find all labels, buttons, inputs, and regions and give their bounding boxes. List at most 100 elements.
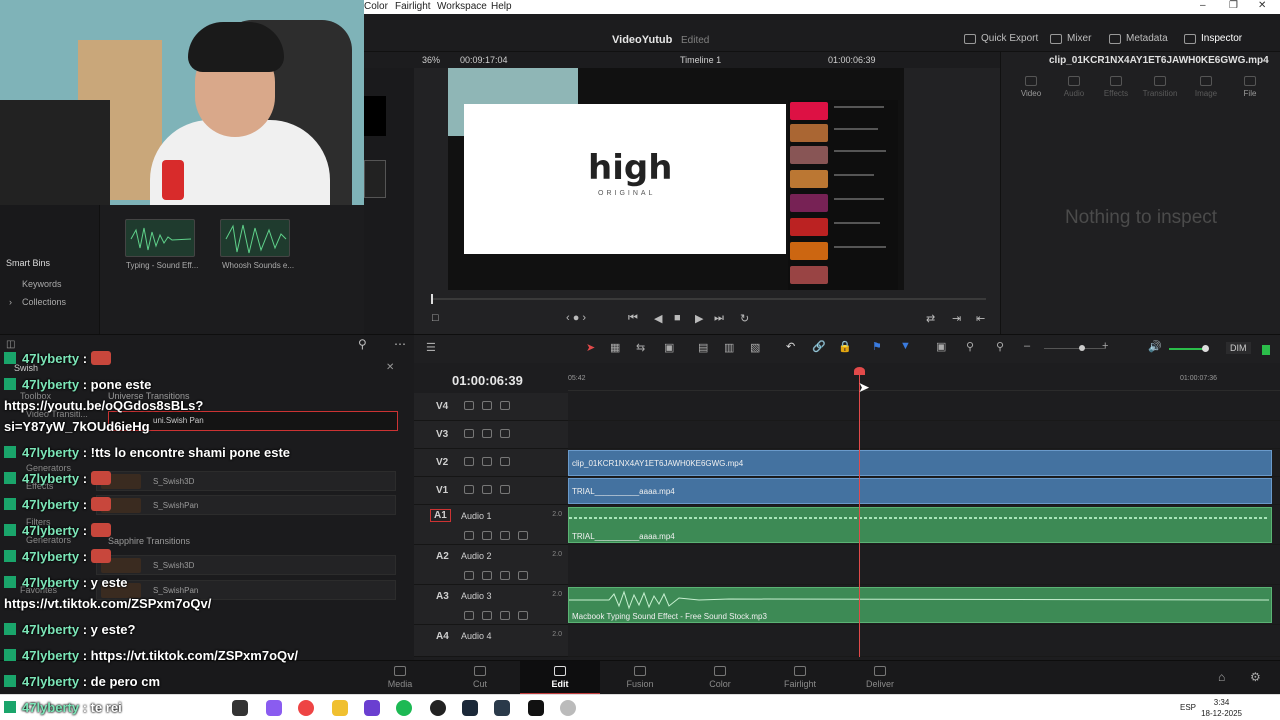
video-clip[interactable]: clip_01KCR1NX4AY1ET6JAWH0KE6GWG.mp4: [568, 450, 1272, 476]
selection-tool-icon[interactable]: ➤: [586, 341, 595, 354]
zoom-slider[interactable]: [1044, 348, 1106, 349]
auto-select-icon[interactable]: [482, 571, 492, 580]
flag-icon[interactable]: ⚑: [872, 340, 882, 353]
track-header-v4[interactable]: V4: [414, 393, 568, 421]
play-reverse-icon[interactable]: ◀: [654, 312, 662, 325]
lock-icon[interactable]: [464, 457, 474, 466]
lock-icon[interactable]: [464, 611, 474, 620]
auto-select-icon[interactable]: [482, 485, 492, 494]
settings-icon[interactable]: ⚙: [1250, 670, 1261, 684]
go-to-end-icon[interactable]: ⏭: [714, 312, 724, 325]
system-clock[interactable]: 3:34 18-12-2025: [1201, 697, 1242, 719]
mute-icon[interactable]: [518, 531, 528, 540]
page-cut[interactable]: Cut: [440, 666, 520, 689]
steam-icon[interactable]: [462, 700, 478, 716]
page-edit[interactable]: Edit: [520, 666, 600, 689]
davinci-resolve-icon[interactable]: [560, 700, 576, 716]
track-header-v1[interactable]: V1: [414, 477, 568, 505]
lock-icon[interactable]: [464, 485, 474, 494]
insert-clip-icon[interactable]: ▤: [698, 341, 708, 354]
track-v4[interactable]: [568, 393, 1280, 421]
dynamic-trim-icon[interactable]: ⇆: [636, 341, 645, 354]
track-header-a3[interactable]: A3 Audio 3 2.0: [414, 585, 568, 625]
jog-control[interactable]: ‹ ● ›: [566, 312, 586, 324]
epic-games-icon[interactable]: [528, 700, 544, 716]
solo-icon[interactable]: [500, 531, 510, 540]
auto-select-icon[interactable]: [482, 531, 492, 540]
zoom-in-icon[interactable]: +: [1102, 340, 1108, 352]
inspector-tab-file[interactable]: File: [1225, 76, 1275, 98]
track-enable-icon[interactable]: [500, 429, 510, 438]
track-header-v3[interactable]: V3: [414, 421, 568, 449]
restore-icon[interactable]: ❐: [1229, 0, 1238, 11]
lock-icon[interactable]: [464, 401, 474, 410]
audio-clip[interactable]: Macbook Typing Sound Effect - Free Sound…: [568, 587, 1272, 623]
inspector-tab-transition[interactable]: Transition: [1135, 76, 1185, 98]
overwrite-clip-icon[interactable]: ▥: [724, 341, 734, 354]
loop-icon[interactable]: ↻: [740, 312, 749, 325]
track-a2[interactable]: [568, 545, 1280, 585]
track-a4[interactable]: [568, 625, 1280, 657]
timeline-ruler[interactable]: 05:42 01:00:07:36: [568, 365, 1280, 391]
lock-icon[interactable]: 🔒: [838, 340, 852, 353]
obs-icon[interactable]: [430, 700, 446, 716]
blade-tool-icon[interactable]: ▣: [664, 341, 674, 354]
track-a1[interactable]: TRIAL__________aaaa.mp4: [568, 505, 1280, 545]
auto-select-icon[interactable]: [482, 429, 492, 438]
trim-tool-icon[interactable]: ▦: [610, 341, 620, 354]
inspector-tab-image[interactable]: Image: [1181, 76, 1231, 98]
prev-edit-icon[interactable]: ⇤: [976, 312, 985, 325]
mute-icon[interactable]: [518, 571, 528, 580]
track-header-v2[interactable]: V2: [414, 449, 568, 477]
page-color[interactable]: Color: [680, 666, 760, 689]
track-a3[interactable]: Macbook Typing Sound Effect - Free Sound…: [568, 585, 1280, 625]
auto-select-icon[interactable]: [482, 611, 492, 620]
volume-icon[interactable]: 🔊: [1148, 340, 1162, 353]
viewer-zoom[interactable]: 36%: [422, 55, 440, 65]
zoom-detail-icon[interactable]: ⚲: [966, 340, 974, 353]
inspector-button[interactable]: Inspector: [1184, 33, 1242, 44]
volume-slider[interactable]: [1169, 348, 1205, 350]
auto-select-icon[interactable]: [482, 457, 492, 466]
minimize-icon[interactable]: –: [1200, 0, 1206, 11]
track-enable-icon[interactable]: [500, 457, 510, 466]
auto-select-icon[interactable]: [482, 401, 492, 410]
volume-slider-handle[interactable]: [1202, 345, 1209, 352]
page-deliver[interactable]: Deliver: [840, 666, 920, 689]
page-fairlight[interactable]: Fairlight: [760, 666, 840, 689]
lock-icon[interactable]: [464, 531, 474, 540]
metadata-button[interactable]: Metadata: [1109, 33, 1168, 44]
menu-workspace[interactable]: Workspace: [437, 1, 487, 12]
viewer-scrubber[interactable]: [432, 298, 986, 300]
next-edit-icon[interactable]: ⇥: [952, 312, 961, 325]
track-header-a1[interactable]: A1 Audio 1 2.0: [414, 505, 568, 545]
lock-icon[interactable]: [464, 429, 474, 438]
dim-button[interactable]: DIM: [1226, 342, 1251, 354]
track-v2[interactable]: clip_01KCR1NX4AY1ET6JAWH0KE6GWG.mp4: [568, 449, 1280, 477]
replace-clip-icon[interactable]: ▧: [750, 341, 760, 354]
lock-icon[interactable]: [464, 571, 474, 580]
track-enable-icon[interactable]: [500, 485, 510, 494]
inspector-tab-effects[interactable]: Effects: [1091, 76, 1141, 98]
marker-icon[interactable]: ▼: [900, 340, 911, 352]
track-v1[interactable]: TRIAL__________aaaa.mp4: [568, 477, 1280, 505]
viewer-options-icon[interactable]: □: [432, 312, 439, 324]
track-enable-icon[interactable]: [500, 401, 510, 410]
track-header-a2[interactable]: A2 Audio 2 2.0: [414, 545, 568, 585]
zoom-custom-icon[interactable]: ⚲: [996, 340, 1004, 353]
play-icon[interactable]: ▶: [695, 312, 703, 325]
home-icon[interactable]: ⌂: [1218, 670, 1225, 684]
mute-icon[interactable]: [518, 611, 528, 620]
zoom-out-icon[interactable]: –: [1024, 340, 1030, 352]
track-v3[interactable]: [568, 421, 1280, 449]
app-icon[interactable]: [494, 700, 510, 716]
page-fusion[interactable]: Fusion: [600, 666, 680, 689]
go-to-start-icon[interactable]: ⏮: [628, 312, 638, 325]
playhead[interactable]: [859, 371, 860, 657]
language-indicator[interactable]: ESP: [1180, 703, 1196, 712]
quick-export-button[interactable]: Quick Export: [964, 33, 1038, 44]
scrubber-handle[interactable]: [431, 294, 433, 304]
track-header-a4[interactable]: A4 Audio 4 2.0: [414, 625, 568, 657]
audio-clip[interactable]: TRIAL__________aaaa.mp4: [568, 507, 1272, 543]
video-clip[interactable]: TRIAL__________aaaa.mp4: [568, 478, 1272, 504]
